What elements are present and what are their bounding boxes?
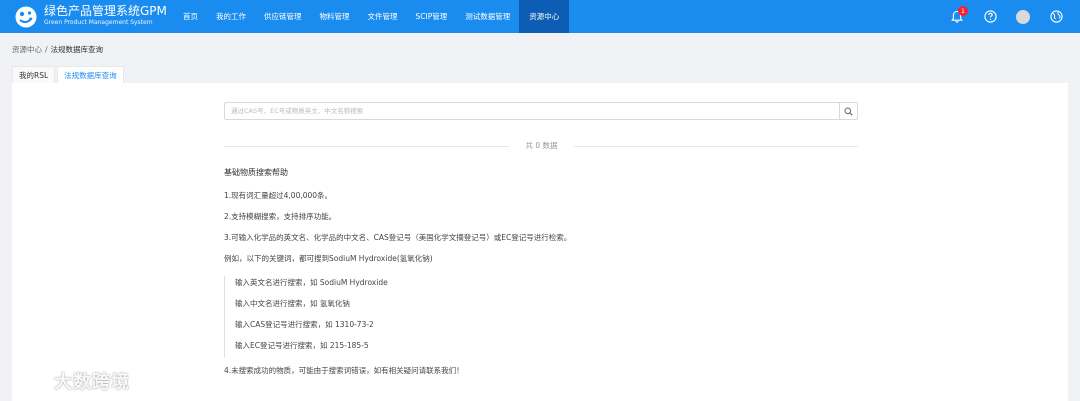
watermark: 大数跨境 — [10, 367, 130, 395]
top-navigation-bar: 绿色产品管理系统GPM Green Product Management Sys… — [0, 0, 1080, 33]
search-help: 基础物质搜索帮助 1.现有词汇量超过4,00,000条。 2.支持模糊搜索，支持… — [224, 167, 571, 375]
example-chinese-name: 输入中文名进行搜索，如 氢氧化钠 — [235, 299, 350, 308]
nav-item-supply-chain[interactable]: 供应链管理 — [255, 0, 311, 33]
help-line-example-intro: 例如，以下的关键词，都可搜到SodiuM Hydroxide(氢氧化钠) — [224, 254, 433, 263]
user-avatar-button[interactable] — [1015, 9, 1031, 25]
nav-item-test-data[interactable]: 测试数据管理 — [456, 0, 519, 33]
language-button[interactable] — [1048, 9, 1064, 25]
brand-subtitle: Green Product Management System — [44, 19, 153, 26]
example-cas-number: 输入CAS登记号进行搜索，如 1310-73-2 — [235, 320, 374, 329]
divider-right — [574, 146, 858, 147]
notification-badge: 1 — [958, 5, 968, 16]
breadcrumb-separator: / — [45, 45, 48, 54]
result-count: 共 0 数据 — [525, 141, 558, 150]
search-icon — [844, 107, 853, 116]
brand-title: 绿色产品管理系统GPM — [44, 4, 167, 18]
avatar — [1016, 9, 1030, 24]
breadcrumb-root[interactable]: 资源中心 — [12, 45, 42, 54]
page-tabs: 我的RSL 法规数据库查询 — [12, 66, 126, 83]
nav-item-my-work[interactable]: 我的工作 — [207, 0, 255, 33]
main-nav: 首页 我的工作 供应链管理 物料管理 文件管理 SCIP管理 测试数据管理 资源… — [174, 0, 570, 33]
notification-button[interactable]: 1 — [949, 5, 968, 25]
examples-left-border — [224, 276, 225, 358]
help-line-2: 2.支持模糊搜索，支持排序功能。 — [224, 212, 337, 221]
nav-item-scip[interactable]: SCIP管理 — [407, 0, 457, 33]
help-line-1: 1.现有词汇量超过4,00,000条。 — [224, 191, 333, 200]
search-button[interactable] — [839, 103, 857, 119]
nav-item-resource-center[interactable]: 资源中心 — [519, 0, 570, 33]
divider-left — [224, 146, 509, 147]
header-actions: 1 — [932, 0, 1064, 33]
tab-regulation-db-query[interactable]: 法规数据库查询 — [57, 66, 124, 83]
nav-item-home[interactable]: 首页 — [174, 0, 207, 33]
content-panel: 共 0 数据 基础物质搜索帮助 1.现有词汇量超过4,00,000条。 2.支持… — [12, 83, 1068, 401]
breadcrumb-current: 法规数据库查询 — [50, 45, 104, 54]
search-input[interactable] — [225, 103, 837, 119]
globe-icon — [1049, 10, 1063, 23]
example-english-name: 输入英文名进行搜索，如 SodiuM Hydroxide — [235, 278, 388, 287]
result-count-divider: 共 0 数据 — [224, 140, 858, 152]
help-button[interactable] — [982, 9, 998, 25]
breadcrumb: 资源中心 / 法规数据库查询 — [12, 44, 103, 55]
nav-item-files[interactable]: 文件管理 — [359, 0, 407, 33]
help-title: 基础物质搜索帮助 — [224, 168, 288, 177]
watermark-logo-icon — [12, 371, 47, 391]
help-line-4: 4.未搜索成功的物质，可能由于搜索词错误，如有相关疑问请联系我们！ — [224, 366, 464, 375]
help-line-3: 3.可输入化学品的英文名、化学品的中文名、CAS登记号（美国化学文摘登记号）或E… — [224, 233, 572, 242]
help-icon — [983, 10, 997, 23]
tab-my-rsl[interactable]: 我的RSL — [12, 66, 56, 83]
watermark-text: 大数跨境 — [54, 372, 130, 393]
gpm-logo-icon[interactable] — [14, 5, 38, 29]
search-box — [224, 102, 858, 120]
example-ec-number: 输入EC登记号进行搜索，如 215-185-5 — [235, 341, 369, 350]
nav-item-materials[interactable]: 物料管理 — [311, 0, 359, 33]
